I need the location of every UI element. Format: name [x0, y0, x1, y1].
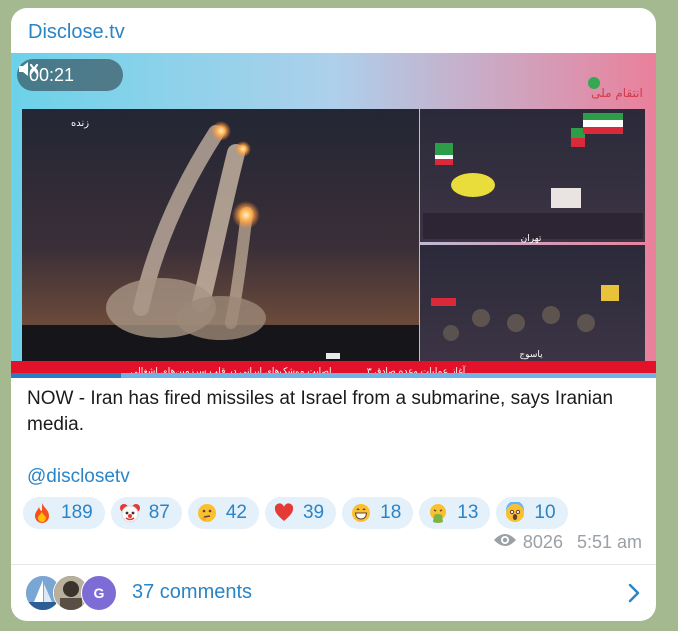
thinking-face-icon	[196, 502, 218, 524]
comments-footer[interactable]: G 37 comments	[11, 565, 656, 621]
reaction-clown[interactable]: 87	[110, 497, 182, 529]
video-frame: زنده تهران یاسوج انتقام ملی	[11, 53, 656, 378]
channel-mention-link[interactable]: @disclosetv	[27, 466, 130, 488]
reaction-count: 13	[457, 502, 479, 523]
reaction-count: 189	[61, 502, 93, 523]
eye-icon	[493, 532, 517, 553]
reaction-scream[interactable]: 10	[496, 497, 568, 529]
reaction-thinking[interactable]: 42	[187, 497, 259, 529]
city-label-top: تهران	[521, 234, 542, 244]
view-count: 8026	[522, 532, 563, 552]
grinning-face-icon	[350, 502, 372, 524]
chevron-right-icon[interactable]	[628, 583, 640, 608]
video-progress-fill	[11, 373, 121, 378]
fire-icon	[31, 502, 53, 524]
reaction-vomit[interactable]: 13	[419, 497, 491, 529]
reaction-grin[interactable]: 18	[342, 497, 414, 529]
reaction-heart[interactable]: 39	[264, 497, 337, 529]
reaction-count: 87	[148, 502, 170, 523]
vomiting-face-icon	[427, 502, 449, 524]
red-heart-icon	[273, 502, 295, 524]
message-meta: 8026 5:51 am	[493, 532, 642, 553]
video-player[interactable]: زنده تهران یاسوج انتقام ملی	[11, 53, 656, 378]
city-label-bottom: یاسوج	[519, 350, 543, 360]
avatar: G	[81, 575, 117, 611]
channel-name[interactable]: Disclose.tv	[28, 21, 125, 44]
message-time: 5:51 am	[576, 532, 642, 552]
reactions-bar: 189 87 42 39 18 13 10	[23, 497, 568, 529]
reaction-count: 39	[302, 502, 325, 523]
reaction-fire[interactable]: 189	[23, 497, 105, 529]
clown-face-icon	[119, 502, 141, 524]
reaction-count: 18	[380, 502, 402, 523]
channel-logo-text: انتقام ملی	[591, 86, 643, 100]
video-progress-bar[interactable]	[11, 373, 656, 378]
post-text: NOW - Iran has fired missiles at Israel …	[27, 388, 614, 435]
screaming-face-icon	[504, 501, 526, 524]
commenter-avatars: G	[25, 575, 125, 611]
reaction-count: 10	[534, 502, 556, 523]
reaction-count: 42	[225, 502, 247, 523]
message-card: Disclose.tv زنده تهران یاسوج انتقام ملی …	[11, 8, 656, 621]
video-timer[interactable]: 00:21	[17, 59, 123, 91]
comments-link[interactable]: 37 comments	[132, 581, 252, 604]
live-label: زنده	[71, 118, 89, 129]
